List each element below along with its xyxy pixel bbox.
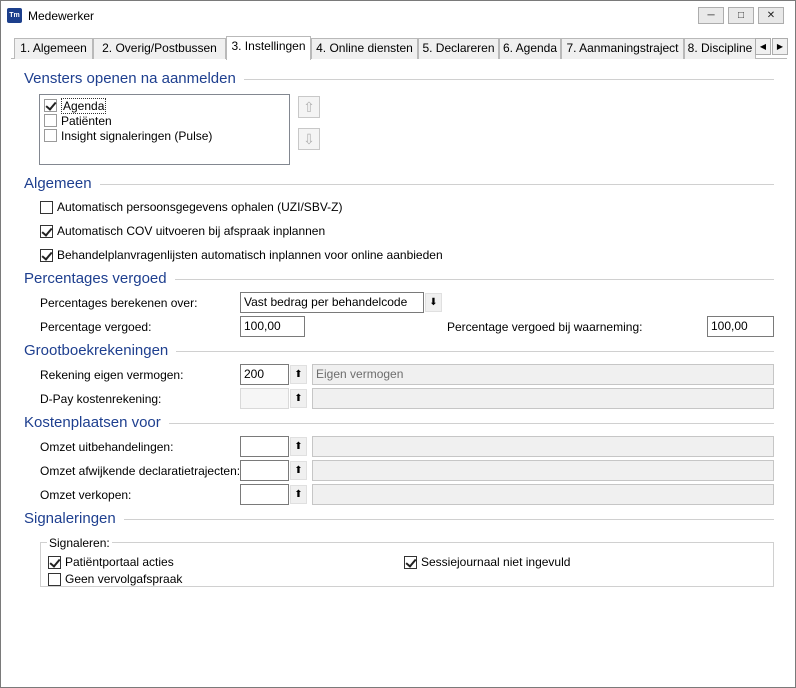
option-vragenlijsten[interactable]: Behandelplanvragenlijsten automatisch in… [40, 248, 443, 262]
tab-aanmaningstraject[interactable]: 7. Aanmaningstraject [561, 38, 684, 59]
section-title-kostenplaatsen: Kostenplaatsen voor [24, 414, 169, 431]
lookup-icon: ⬆ [294, 393, 303, 404]
eigen-vermogen-lookup-button[interactable]: ⬆ [290, 365, 307, 384]
section-divider [24, 519, 774, 520]
tab-scroll-right-button[interactable]: ▶ [772, 38, 788, 55]
minimize-icon: ─ [707, 10, 715, 21]
option-label: Behandelplanvragenlijsten automatisch in… [57, 248, 443, 262]
verkopen-lookup-button[interactable]: ⬆ [290, 485, 307, 504]
arrow-down-icon: ⇩ [303, 131, 315, 147]
signal-sessiejournaal[interactable]: Sessiejournaal niet ingevuld [404, 555, 570, 569]
uitbehandelingen-description [312, 436, 774, 457]
move-up-button[interactable]: ⇧ [298, 96, 320, 118]
section-title-vensters: Vensters openen na aanmelden [24, 70, 244, 87]
list-item-agenda[interactable]: Agenda [44, 97, 107, 114]
option-persoonsgegevens[interactable]: Automatisch persoonsgegevens ophalen (UZ… [40, 200, 342, 214]
berekenen-select[interactable]: Vast bedrag per behandelcode [240, 292, 424, 313]
eigen-vermogen-description: Eigen vermogen [312, 364, 774, 385]
vergoed-label: Percentage vergoed: [40, 320, 152, 334]
afwijkende-lookup-button[interactable]: ⬆ [290, 461, 307, 480]
berekenen-label: Percentages berekenen over: [40, 296, 198, 310]
waarneming-input[interactable]: 100,00 [707, 316, 774, 337]
signal-label: Sessiejournaal niet ingevuld [421, 555, 571, 569]
tab-online-diensten[interactable]: 4. Online diensten [311, 38, 418, 59]
lookup-icon: ⬆ [294, 489, 303, 500]
patientportaal-checkbox[interactable] [48, 555, 61, 569]
lookup-icon: ⬆ [294, 441, 303, 452]
afwijkende-description [312, 460, 774, 481]
verkopen-description [312, 484, 774, 505]
tab-scroll-left-button[interactable]: ◀ [755, 38, 771, 55]
signal-patientportaal[interactable]: Patiëntportaal acties [48, 555, 174, 569]
signaleren-legend: Signaleren: [47, 536, 112, 550]
tab-discipline[interactable]: 8. Discipline [684, 38, 756, 59]
list-item-patienten[interactable]: Patiënten [44, 113, 112, 128]
section-title-grootboek: Grootboekrekeningen [24, 342, 177, 359]
section-title-signaleringen: Signaleringen [24, 510, 124, 527]
verkopen-code-input[interactable] [240, 484, 289, 505]
dpay-code-input[interactable] [240, 388, 289, 409]
section-title-algemeen: Algemeen [24, 175, 100, 192]
dpay-label: D-Pay kostenrekening: [40, 392, 162, 406]
section-divider [24, 184, 774, 185]
uitbehandelingen-lookup-button[interactable]: ⬆ [290, 437, 307, 456]
tab-algemeen[interactable]: 1. Algemeen [14, 38, 93, 59]
list-item-label: Insight signaleringen (Pulse) [61, 128, 213, 143]
section-title-percentages: Percentages vergoed [24, 270, 175, 287]
chevron-right-icon: ▶ [776, 42, 784, 51]
tab-bar: 1. Algemeen 2. Overig/Postbussen 3. Inst… [11, 36, 788, 60]
tab-instellingen[interactable]: 3. Instellingen [226, 36, 311, 60]
list-item-label: Patiënten [61, 113, 112, 128]
waarneming-label: Percentage vergoed bij waarneming: [447, 320, 643, 334]
signal-label: Geen vervolgafspraak [65, 572, 183, 586]
maximize-icon: □ [737, 10, 745, 21]
patienten-checkbox[interactable] [44, 114, 57, 127]
afwijkende-label: Omzet afwijkende declaratietrajecten: [40, 464, 241, 478]
minimize-button[interactable]: ─ [698, 7, 724, 24]
berekenen-dropdown-button[interactable]: ⬇ [425, 293, 442, 312]
afwijkende-code-input[interactable] [240, 460, 289, 481]
option-label: Automatisch persoonsgegevens ophalen (UZ… [57, 200, 343, 214]
dpay-lookup-button[interactable]: ⬆ [290, 389, 307, 408]
list-item-label: Agenda [61, 97, 107, 114]
uitbehandelingen-code-input[interactable] [240, 436, 289, 457]
sessiejournaal-checkbox[interactable] [404, 555, 417, 569]
close-icon: ✕ [766, 10, 776, 21]
vensters-listbox[interactable]: Agenda Patiënten Insight signaleringen (… [39, 94, 290, 165]
tab-declareren[interactable]: 5. Declareren [418, 38, 499, 59]
maximize-button[interactable]: □ [728, 7, 754, 24]
medewerker-window: Tm Medewerker ─ □ ✕ 1. Algemeen 2. Overi… [0, 0, 796, 688]
vragenlijsten-checkbox[interactable] [40, 248, 53, 262]
agenda-checkbox[interactable] [44, 99, 57, 112]
persoonsgegevens-checkbox[interactable] [40, 200, 53, 214]
signal-vervolgafspraak[interactable]: Geen vervolgafspraak [48, 572, 182, 586]
eigen-vermogen-label: Rekening eigen vermogen: [40, 368, 184, 382]
window-title: Medewerker [28, 9, 95, 23]
lookup-icon: ⬆ [294, 465, 303, 476]
chevron-left-icon: ◀ [759, 42, 767, 51]
dropdown-arrow-icon: ⬇ [429, 297, 438, 308]
close-button[interactable]: ✕ [758, 7, 784, 24]
verkopen-label: Omzet verkopen: [40, 488, 132, 502]
insight-checkbox[interactable] [44, 129, 57, 142]
tab-agenda[interactable]: 6. Agenda [499, 38, 561, 59]
vergoed-input[interactable]: 100,00 [240, 316, 305, 337]
arrow-up-icon: ⇧ [303, 99, 315, 115]
title-bar: Tm Medewerker ─ □ ✕ [1, 1, 795, 31]
uitbehandelingen-label: Omzet uitbehandelingen: [40, 440, 174, 454]
option-cov[interactable]: Automatisch COV uitvoeren bij afspraak i… [40, 224, 325, 238]
list-item-insight[interactable]: Insight signaleringen (Pulse) [44, 128, 212, 143]
app-icon: Tm [7, 8, 22, 23]
vervolgafspraak-checkbox[interactable] [48, 572, 61, 586]
dpay-description [312, 388, 774, 409]
cov-checkbox[interactable] [40, 224, 53, 238]
eigen-vermogen-code-input[interactable]: 200 [240, 364, 289, 385]
lookup-icon: ⬆ [294, 369, 303, 380]
signal-label: Patiëntportaal acties [65, 555, 174, 569]
move-down-button[interactable]: ⇩ [298, 128, 320, 150]
option-label: Automatisch COV uitvoeren bij afspraak i… [57, 224, 326, 238]
tab-overig-postbussen[interactable]: 2. Overig/Postbussen [93, 38, 226, 59]
